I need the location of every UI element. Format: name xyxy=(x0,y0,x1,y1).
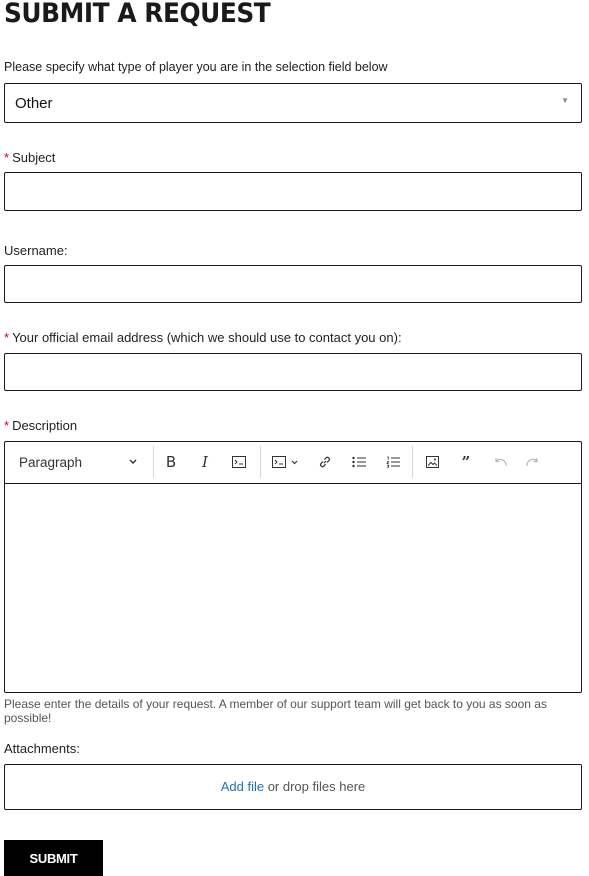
username-input[interactable] xyxy=(4,265,582,303)
subject-label-text: Subject xyxy=(12,150,56,165)
player-type-select[interactable]: Other ▼ xyxy=(4,83,582,123)
description-label-text: Description xyxy=(12,418,78,433)
link-icon[interactable] xyxy=(313,442,337,482)
required-marker: * xyxy=(4,150,10,165)
paragraph-format-label: Paragraph xyxy=(19,454,83,470)
description-hint: Please enter the details of your request… xyxy=(4,697,547,725)
image-icon[interactable] xyxy=(420,442,444,482)
required-marker: * xyxy=(4,330,10,345)
attachments-label: Attachments: xyxy=(4,741,80,756)
description-label: * Description xyxy=(4,418,77,433)
email-label-text: Your official email address (which we sh… xyxy=(12,330,402,345)
username-label: Username: xyxy=(4,243,68,258)
dropdown-caret-icon: ▼ xyxy=(561,96,569,105)
player-type-selected-value: Other xyxy=(15,95,53,112)
subject-label: * Subject xyxy=(4,150,55,165)
subject-input[interactable] xyxy=(4,172,582,211)
description-editor[interactable] xyxy=(4,483,582,693)
italic-icon[interactable]: I xyxy=(193,442,217,482)
bold-icon[interactable]: B xyxy=(159,442,183,482)
bulleted-list-icon[interactable] xyxy=(347,442,371,482)
undo-icon[interactable] xyxy=(488,442,512,482)
paragraph-format-dropdown[interactable]: Paragraph xyxy=(13,442,143,482)
attachments-dropzone[interactable]: Add file or drop files here xyxy=(4,764,582,810)
submit-button[interactable]: SUBMIT xyxy=(4,840,103,876)
code-block-icon[interactable] xyxy=(266,442,304,482)
editor-toolbar: Paragraph B I ” xyxy=(4,441,582,483)
email-input[interactable] xyxy=(4,353,582,391)
chevron-down-icon xyxy=(129,459,137,465)
email-label: * Your official email address (which we s… xyxy=(4,330,402,345)
required-marker: * xyxy=(4,418,10,433)
page-title: SUBMIT A REQUEST xyxy=(4,0,271,29)
player-type-label: Please specify what type of player you a… xyxy=(4,60,388,74)
code-icon[interactable] xyxy=(227,442,251,482)
add-file-link[interactable]: Add file xyxy=(221,779,264,794)
drop-files-text: or drop files here xyxy=(264,779,366,794)
numbered-list-icon[interactable] xyxy=(381,442,405,482)
quote-icon[interactable]: ” xyxy=(454,442,478,482)
redo-icon[interactable] xyxy=(521,442,545,482)
